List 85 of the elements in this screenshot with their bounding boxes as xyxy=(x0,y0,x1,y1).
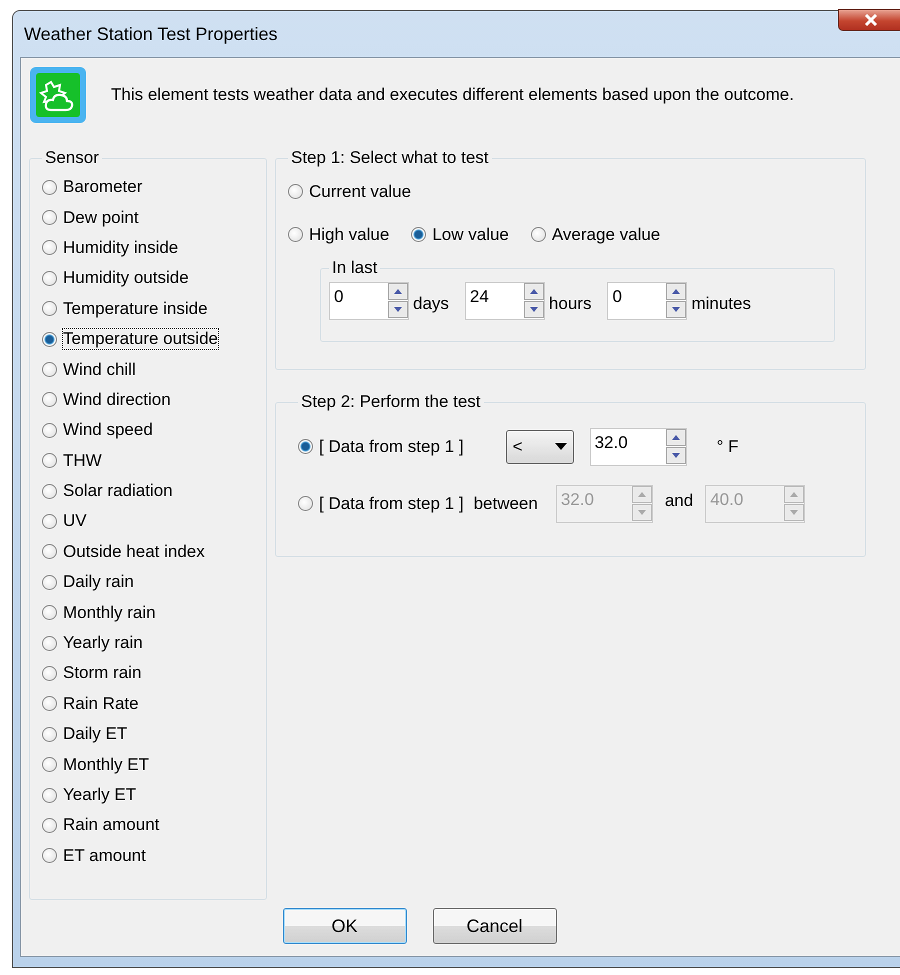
number-spinner[interactable]: 24 xyxy=(464,282,545,320)
radio-label[interactable]: Barometer xyxy=(63,177,142,198)
number-spinner[interactable]: 0 xyxy=(607,282,688,320)
radio-button[interactable] xyxy=(42,636,57,651)
close-button[interactable] xyxy=(838,9,900,31)
radio-button[interactable] xyxy=(42,270,57,286)
operator-dropdown[interactable]: < xyxy=(506,430,574,464)
up-down-arrows-icon xyxy=(632,486,652,522)
unit-label: minutes xyxy=(691,294,751,314)
radio-label[interactable]: [ Data from step 1 ] xyxy=(319,436,464,456)
description-text: This element tests weather data and executes different elements based upon the outcome. xyxy=(111,85,794,105)
radio-button[interactable] xyxy=(42,848,57,864)
up-down-arrows-icon xyxy=(524,283,544,319)
unit-label: days xyxy=(413,294,449,314)
radio-label[interactable]: Daily ET xyxy=(63,724,128,744)
radio-label[interactable]: Average value xyxy=(552,224,660,244)
radio-button[interactable] xyxy=(288,184,303,199)
weather-icon xyxy=(29,66,87,124)
radio-button[interactable] xyxy=(42,240,57,256)
radio-button[interactable] xyxy=(288,227,303,242)
radio-label[interactable]: ET amount xyxy=(63,846,146,866)
number-spinner[interactable]: 32.0 xyxy=(590,428,687,466)
radio-label[interactable]: Temperature inside xyxy=(63,298,208,319)
unit-label: hours xyxy=(548,294,592,314)
and-label: and xyxy=(664,490,694,510)
radio-button[interactable] xyxy=(42,574,57,590)
radio-label[interactable]: Humidity outside xyxy=(63,268,189,288)
up-down-arrows-icon xyxy=(666,428,686,464)
radio-button[interactable] xyxy=(42,484,57,499)
group-title: Step 1: Select what to test xyxy=(290,148,490,168)
radio-button[interactable] xyxy=(42,757,57,772)
between-label: between xyxy=(474,494,538,514)
radio-label[interactable]: High value xyxy=(309,224,390,244)
radio-button[interactable] xyxy=(42,818,57,833)
up-down-arrows-icon xyxy=(784,486,804,522)
radio-label[interactable]: Monthly ET xyxy=(63,754,149,775)
radio-button[interactable] xyxy=(42,605,57,620)
radio-button[interactable] xyxy=(42,332,57,347)
radio-label[interactable]: Low value xyxy=(432,224,509,244)
number-spinner[interactable]: 0 xyxy=(329,282,409,320)
radio-label[interactable]: Rain amount xyxy=(63,815,160,836)
up-down-arrows-icon xyxy=(388,283,408,319)
group-title: In last xyxy=(331,258,378,278)
radio-button[interactable] xyxy=(42,453,57,468)
radio-button[interactable] xyxy=(42,666,57,681)
radio-label[interactable]: Storm rain xyxy=(63,663,142,684)
dialog-button[interactable]: Cancel xyxy=(432,908,556,944)
radio-button[interactable] xyxy=(42,301,57,316)
radio-label[interactable]: Daily rain xyxy=(63,572,134,592)
dialog-button[interactable]: OK xyxy=(282,908,406,944)
radio-button[interactable] xyxy=(42,726,57,742)
group-title: Sensor xyxy=(44,148,100,168)
radio-button[interactable] xyxy=(42,544,57,560)
radio-button[interactable] xyxy=(530,227,546,242)
radio-label[interactable]: Yearly rain xyxy=(63,633,143,654)
radio-label[interactable]: Wind direction xyxy=(63,390,171,410)
radio-label[interactable]: Yearly ET xyxy=(63,785,136,805)
close-icon xyxy=(863,14,879,26)
radio-button[interactable] xyxy=(42,392,57,408)
radio-button[interactable] xyxy=(42,422,57,438)
radio-label[interactable]: Temperature outside xyxy=(63,329,218,350)
radio-button[interactable] xyxy=(42,514,57,529)
radio-button[interactable] xyxy=(298,439,313,454)
group-title: Step 2: Perform the test xyxy=(300,392,482,412)
window-title: Weather Station Test Properties xyxy=(23,24,278,44)
radio-label[interactable]: Rain Rate xyxy=(63,694,139,714)
up-down-arrows-icon xyxy=(666,283,686,319)
caret-icon xyxy=(554,442,567,450)
radio-button[interactable] xyxy=(42,180,57,195)
radio-label[interactable]: THW xyxy=(63,450,102,471)
radio-label[interactable]: Wind speed xyxy=(63,420,153,440)
radio-button[interactable] xyxy=(42,696,57,712)
radio-label[interactable]: Wind chill xyxy=(63,360,136,380)
radio-button[interactable] xyxy=(42,362,57,378)
radio-label[interactable]: UV xyxy=(63,511,87,532)
radio-button[interactable] xyxy=(42,210,57,226)
radio-label[interactable]: Monthly rain xyxy=(63,602,156,623)
radio-label[interactable]: Dew point xyxy=(63,208,139,228)
radio-button[interactable] xyxy=(42,788,57,802)
unit-label: ° F xyxy=(716,436,738,456)
radio-label[interactable]: Current value xyxy=(309,182,412,202)
radio-label[interactable]: Humidity inside xyxy=(63,238,178,258)
radio-label[interactable]: Solar radiation xyxy=(63,481,173,502)
radio-button[interactable] xyxy=(411,227,426,242)
radio-label[interactable]: Outside heat index xyxy=(63,542,205,562)
